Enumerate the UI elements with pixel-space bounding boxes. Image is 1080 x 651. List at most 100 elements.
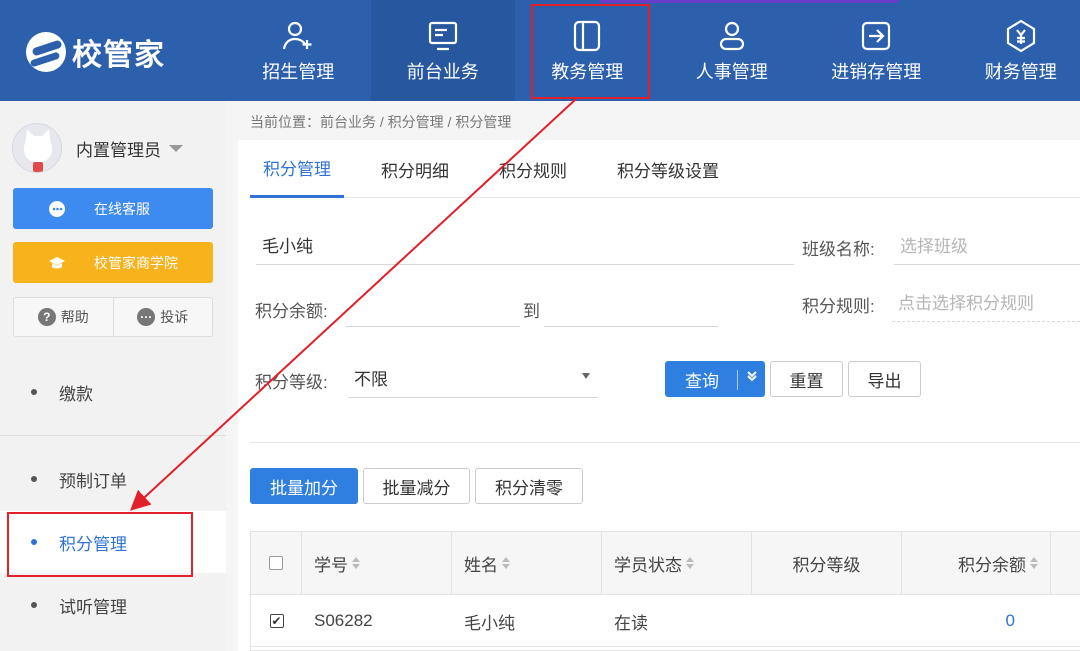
tab-points-detail[interactable]: 积分明细	[368, 140, 462, 198]
user-name: 内置管理员	[76, 140, 161, 160]
clear-points-button[interactable]: 积分清零	[475, 468, 583, 504]
user-menu[interactable]: 内置管理员	[12, 123, 183, 173]
help-complaint-row: ? 帮助 ··· 投诉	[13, 297, 213, 337]
nav-label: 前台业务	[406, 61, 479, 82]
nav-item-enrollment[interactable]: 招生管理	[226, 0, 371, 101]
annotation-box-academic	[531, 4, 650, 99]
chevron-down-icon	[169, 144, 183, 152]
column-label: 积分等级	[792, 555, 861, 575]
column-name[interactable]: 姓名	[452, 532, 602, 594]
brand-logo[interactable]: 校管家	[26, 30, 165, 74]
section-divider	[250, 442, 1080, 443]
sort-icon[interactable]	[502, 557, 510, 569]
cell-balance[interactable]: 0	[902, 595, 1051, 647]
cell-student-id: S06282	[314, 611, 373, 630]
table-row[interactable]: ✔ S06282 毛小纯 在读 0	[251, 595, 1080, 647]
sidebar-item-trial[interactable]: 试听管理	[0, 574, 226, 636]
select-all-cell	[251, 532, 302, 594]
column-label: 学号	[314, 555, 348, 575]
balance-min-input[interactable]	[346, 287, 520, 327]
annotation-box-points	[7, 512, 193, 577]
row-checkbox[interactable]: ✔	[269, 614, 284, 628]
cell-level	[752, 595, 902, 647]
column-student-id[interactable]: 学号	[302, 532, 452, 594]
query-label: 查询	[685, 371, 719, 391]
sort-icon[interactable]	[352, 557, 360, 569]
nav-item-inventory[interactable]: 进销存管理	[804, 0, 949, 101]
column-status[interactable]: 学员状态	[602, 532, 752, 594]
bullet-icon	[31, 389, 37, 395]
nav-label: 招生管理	[262, 61, 335, 82]
student-name-input[interactable]: 毛小纯	[256, 225, 794, 265]
person-icon	[719, 21, 744, 50]
academy-button[interactable]: 校管家商学院	[13, 242, 213, 283]
tab-bar: 积分管理 积分明细 积分规则 积分等级设置	[250, 140, 1080, 198]
user-add-icon	[283, 21, 312, 49]
column-label: 学员状态	[614, 555, 682, 575]
reset-button[interactable]: 重置	[770, 361, 843, 397]
tab-points-rules[interactable]: 积分规则	[486, 140, 580, 198]
online-service-label: 在线客服	[94, 200, 150, 217]
nav-item-hr[interactable]: 人事管理	[660, 0, 805, 101]
class-name-label: 班级名称:	[802, 240, 875, 259]
query-button[interactable]: 查询	[665, 361, 765, 397]
nav-item-finance[interactable]: 财务管理	[949, 0, 1080, 101]
batch-add-button[interactable]: 批量加分	[250, 468, 358, 504]
balance-label: 积分余额:	[255, 302, 328, 321]
inventory-icon	[862, 21, 891, 50]
sidebar-item-payment[interactable]: 缴款	[0, 361, 226, 423]
double-chevron-down-icon[interactable]	[746, 370, 758, 385]
export-button[interactable]: 导出	[848, 361, 921, 397]
complaint-label: 投诉	[160, 309, 189, 325]
logo-mark-icon	[26, 32, 66, 72]
points-level-select[interactable]: 不限	[348, 358, 598, 398]
dropdown-arrow-icon	[582, 373, 590, 379]
monitor-icon	[428, 21, 457, 50]
tab-points-management[interactable]: 积分管理	[250, 140, 344, 198]
graduation-cap-icon	[48, 254, 66, 272]
online-service-button[interactable]: 在线客服	[13, 188, 213, 229]
sort-icon[interactable]	[1030, 557, 1038, 569]
column-balance[interactable]: 积分余额	[902, 532, 1051, 594]
chat-icon	[48, 200, 66, 218]
nav-item-front-desk[interactable]: 前台业务	[370, 0, 515, 101]
sidebar-item-label: 试听管理	[59, 597, 127, 617]
bullet-icon	[31, 602, 37, 608]
avatar	[12, 123, 62, 173]
range-to-label: 到	[523, 302, 540, 321]
sidebar-item-preorder[interactable]: 预制订单	[0, 448, 226, 510]
points-level-label: 积分等级:	[255, 373, 328, 392]
complaint-button[interactable]: ··· 投诉	[112, 298, 213, 336]
nav-label: 财务管理	[984, 61, 1057, 82]
column-label: 姓名	[464, 555, 498, 575]
column-level: 积分等级	[752, 532, 902, 594]
balance-max-input[interactable]	[544, 287, 718, 327]
row-select-cell: ✔	[251, 595, 302, 647]
column-label: 积分余额	[958, 555, 1026, 575]
select-all-checkbox[interactable]	[269, 556, 283, 570]
brand-name: 校管家	[72, 39, 165, 72]
points-rule-label: 积分规则:	[802, 297, 875, 316]
points-table: 学号 姓名 学员状态 积分等级 积分余额 ✔ S06282 毛小纯 在读 0	[250, 531, 1080, 651]
nav-label: 人事管理	[695, 61, 768, 82]
breadcrumb: 当前位置：前台业务 / 积分管理 / 积分管理	[250, 114, 512, 130]
table-header: 学号 姓名 学员状态 积分等级 积分余额	[251, 532, 1080, 595]
finance-icon	[1006, 19, 1035, 52]
sidebar-divider	[0, 435, 226, 436]
cell-status: 在读	[614, 613, 648, 633]
question-icon: ?	[37, 308, 56, 326]
batch-subtract-button[interactable]: 批量减分	[363, 468, 470, 504]
cell-name: 毛小纯	[464, 613, 515, 633]
bullet-icon	[31, 476, 37, 482]
help-label: 帮助	[60, 309, 89, 325]
points-level-value: 不限	[354, 370, 388, 389]
sidebar-item-label: 预制订单	[59, 471, 127, 491]
class-select[interactable]: 选择班级	[894, 225, 1080, 265]
academy-label: 校管家商学院	[94, 254, 178, 271]
sort-icon[interactable]	[686, 557, 694, 569]
sidebar-item-label: 缴款	[59, 384, 93, 404]
help-button[interactable]: ? 帮助	[14, 298, 113, 336]
points-rule-select[interactable]: 点击选择积分规则	[892, 282, 1080, 322]
tab-points-level-settings[interactable]: 积分等级设置	[604, 140, 732, 198]
main-nav: 招生管理 前台业务 教务管理 人事管理 进销存管理 财务管理	[226, 0, 1080, 101]
